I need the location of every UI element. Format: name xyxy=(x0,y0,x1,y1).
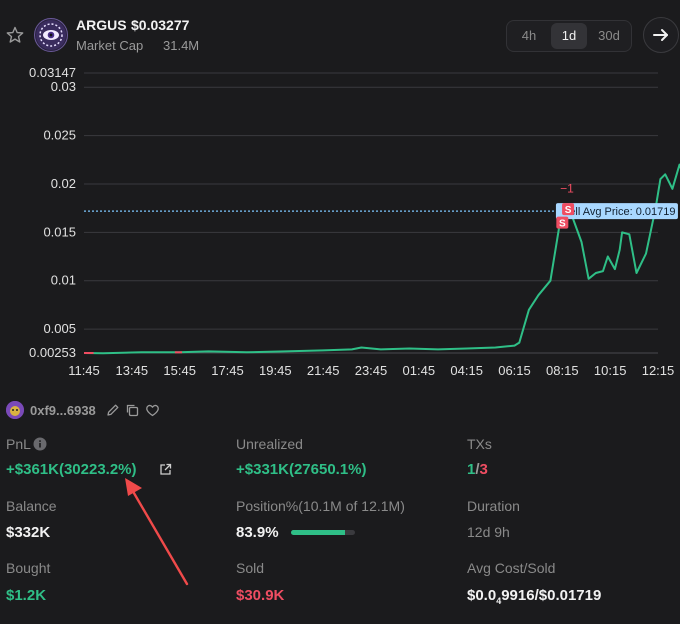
x-tick-label: 19:45 xyxy=(259,363,292,378)
x-tick-label: 11:45 xyxy=(68,363,100,378)
x-tick-label: 01:45 xyxy=(403,363,436,378)
x-tick-label: 13:45 xyxy=(116,363,149,378)
txs-value: 1/3 xyxy=(467,461,488,478)
arrow-right-icon xyxy=(653,29,668,41)
trade-annotation: −1 xyxy=(560,182,574,196)
heart-icon[interactable] xyxy=(145,403,160,417)
timeframe-1d[interactable]: 1d xyxy=(551,23,587,49)
edit-icon[interactable] xyxy=(106,403,120,417)
x-tick-label: 15:45 xyxy=(163,363,196,378)
x-tick-label: 10:15 xyxy=(594,363,627,378)
x-tick-label: 04:15 xyxy=(450,363,483,378)
eye-icon xyxy=(36,20,66,50)
market-cap-label: Market Cap xyxy=(76,38,144,53)
balance-label: Balance xyxy=(6,498,57,514)
unrealized-label: Unrealized xyxy=(236,436,303,452)
token-price: $0.03277 xyxy=(131,17,190,33)
y-tick-label: 0.03147 xyxy=(29,65,76,80)
position-label: Position%(10.1M of 12.1M) xyxy=(236,498,405,514)
bought-label: Bought xyxy=(6,560,51,576)
duration-label: Duration xyxy=(467,498,520,514)
sell-marker-label: S xyxy=(565,205,572,216)
txs-label: TXs xyxy=(467,436,492,452)
market-cap-value: 31.4M xyxy=(163,38,200,53)
token-ticker: ARGUS xyxy=(76,17,127,33)
sell-marker-label: S xyxy=(559,219,566,230)
info-icon[interactable] xyxy=(33,437,47,451)
avg-sold-value: /$0.01719 xyxy=(534,587,602,604)
avg-cost-sold-label: Avg Cost/Sold xyxy=(467,560,556,576)
x-tick-label: 23:45 xyxy=(355,363,388,378)
x-tick-label: 06:15 xyxy=(498,363,531,378)
annotation-arrow xyxy=(125,478,189,586)
txs-sells: 3 xyxy=(479,461,488,478)
balance-value: $332K xyxy=(6,524,51,541)
position-value: 83.9% xyxy=(236,524,279,541)
pnl-label: PnL xyxy=(6,436,31,452)
y-tick-label: 0.03 xyxy=(51,79,76,94)
duration-value: 12d 9h xyxy=(467,524,510,540)
x-tick-label: 08:15 xyxy=(546,363,579,378)
x-tick-label: 12:15 xyxy=(642,363,675,378)
wallet-avatar xyxy=(6,401,24,419)
position-progress-fill xyxy=(291,530,345,535)
timeframe-30d[interactable]: 30d xyxy=(591,21,627,51)
bought-value: $1.2K xyxy=(6,587,47,604)
x-tick-label: 17:45 xyxy=(211,363,244,378)
y-tick-label: 0.005 xyxy=(43,321,76,336)
y-tick-label: 0.025 xyxy=(43,128,76,143)
unrealized-value: +$331K(27650.1%) xyxy=(236,461,367,478)
copy-icon[interactable] xyxy=(125,403,139,417)
next-button[interactable] xyxy=(643,17,679,53)
y-tick-label: 0.01 xyxy=(51,273,76,288)
avg-price-label: Sell Avg Price: 0.01719 xyxy=(562,206,676,218)
sold-label: Sold xyxy=(236,560,265,576)
avg-cost-sold-value: $0.049916/$0.01719 xyxy=(467,587,601,606)
avg-cost-prefix: $0.0 xyxy=(467,587,497,604)
token-logo xyxy=(34,18,68,52)
sold-value: $30.9K xyxy=(236,587,285,604)
star-icon[interactable] xyxy=(6,26,24,44)
timeframe-4h[interactable]: 4h xyxy=(511,21,547,51)
x-tick-label: 21:45 xyxy=(307,363,340,378)
y-tick-label: 0.02 xyxy=(51,176,76,191)
y-tick-label: 0.00253 xyxy=(29,345,76,360)
avg-cost-rest: 9916 xyxy=(501,587,535,604)
position-progress-bar xyxy=(291,530,355,535)
timeframe-selector: 4h 1d 30d xyxy=(506,20,632,52)
y-tick-label: 0.015 xyxy=(43,224,76,239)
wallet-address[interactable]: 0xf9...6938 xyxy=(30,403,96,418)
price-chart[interactable]: 0.031470.03 0.025 0.02 0.015 0.01 0.005 0.0025… xyxy=(0,60,680,385)
avatar-icon xyxy=(6,401,24,419)
